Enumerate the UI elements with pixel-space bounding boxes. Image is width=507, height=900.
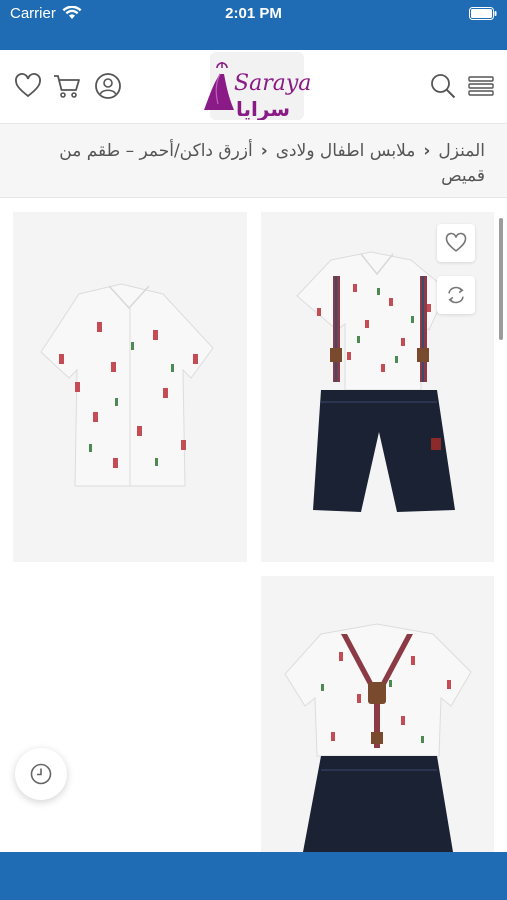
bottom-bar xyxy=(0,852,507,900)
heart-icon xyxy=(445,232,467,252)
outfit-photo xyxy=(296,251,455,512)
search-icon[interactable] xyxy=(429,72,457,100)
svg-text:Saraya: Saraya xyxy=(234,71,311,96)
user-icon[interactable] xyxy=(94,72,122,100)
outfit-back-photo xyxy=(284,623,472,852)
breadcrumb-current: أزرق داكن/أحمر – طقم من قميص xyxy=(59,141,485,186)
scroll-indicator[interactable] xyxy=(499,218,503,340)
breadcrumb-home[interactable]: المنزل xyxy=(438,141,485,161)
heart-icon[interactable] xyxy=(14,72,42,100)
menu-icon[interactable] xyxy=(467,72,495,100)
product-image-back[interactable] xyxy=(261,576,494,852)
status-time: 2:01 PM xyxy=(225,5,282,22)
svg-text:سرايا: سرايا xyxy=(236,97,290,120)
breadcrumb-separator: ‹ xyxy=(423,141,431,161)
clock-icon xyxy=(30,763,52,785)
status-bar: Carrier 2:01 PM xyxy=(0,0,507,50)
breadcrumb-bar: المنزل ‹ ملابس اطفال ولادى ‹أزرق داكن/أحمر … xyxy=(0,123,507,198)
breadcrumb: المنزل ‹ ملابس اطفال ولادى ‹أزرق داكن/أحمر … xyxy=(20,139,485,189)
product-image-main[interactable] xyxy=(261,212,494,562)
cart-icon[interactable] xyxy=(53,72,81,100)
battery-icon xyxy=(469,7,497,20)
history-button[interactable] xyxy=(15,748,67,800)
breadcrumb-category[interactable]: ملابس اطفال ولادى xyxy=(276,141,416,161)
product-image-shirt[interactable] xyxy=(13,212,247,562)
app-header: Saraya سرايا xyxy=(0,50,507,123)
compare-button[interactable] xyxy=(437,276,475,314)
saraya-logo[interactable]: Saraya سرايا xyxy=(180,52,330,120)
compare-icon xyxy=(448,286,464,304)
shirt-photo xyxy=(40,283,214,487)
breadcrumb-separator: ‹ xyxy=(260,141,268,161)
wishlist-button[interactable] xyxy=(437,224,475,262)
